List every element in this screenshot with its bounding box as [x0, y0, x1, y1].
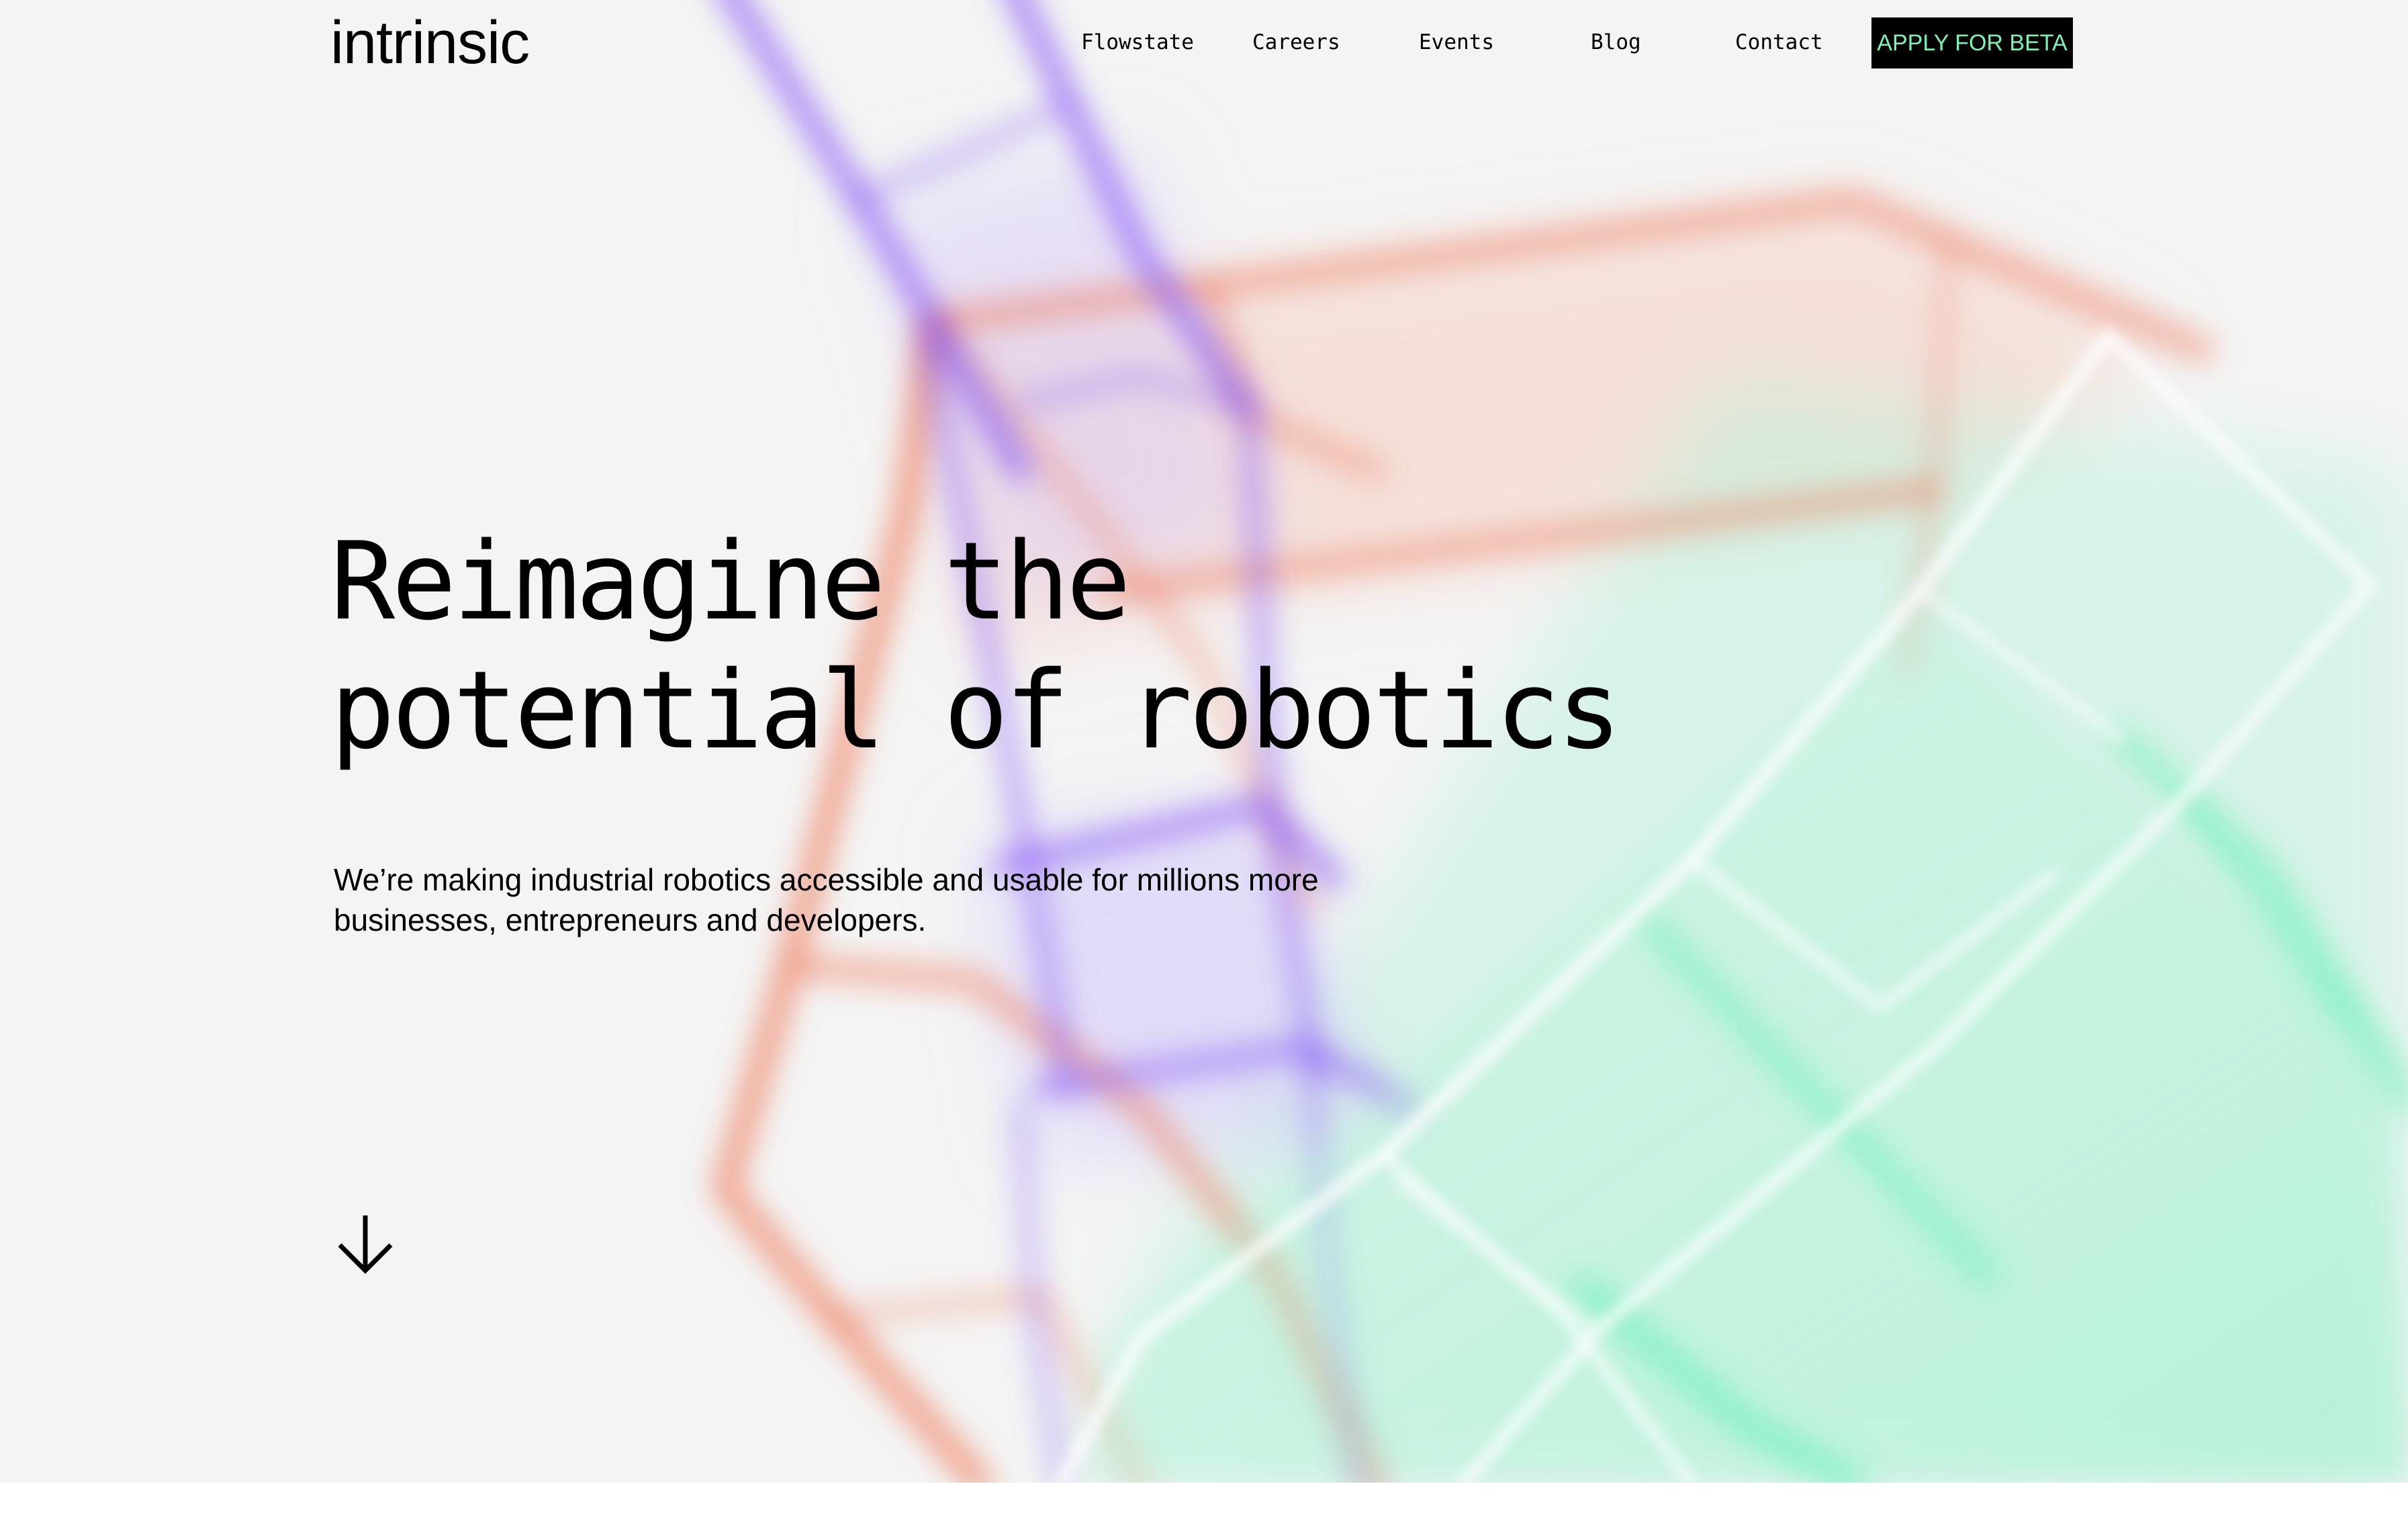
hero-subtext: We’re making industrial robotics accessi…	[334, 860, 1319, 940]
hero-headline-line-1: Reimagine the	[330, 518, 1131, 644]
nav-link-flowstate[interactable]: Flowstate	[1081, 29, 1194, 56]
hero-headline: Reimagine the potential of robotics	[330, 517, 1622, 775]
nav-link-contact[interactable]: Contact	[1735, 29, 1823, 56]
apply-for-beta-button[interactable]: APPLY FOR BETA	[1871, 17, 2073, 68]
nav-link-careers[interactable]: Careers	[1252, 29, 1340, 56]
nav-link-blog[interactable]: Blog	[1591, 29, 1641, 56]
hero-subtext-line-1: We’re making industrial robotics accessi…	[334, 862, 1319, 897]
nav-link-events[interactable]: Events	[1419, 29, 1494, 56]
hero-headline-line-2: potential of robotics	[330, 647, 1622, 773]
arrow-down-icon[interactable]	[334, 1213, 397, 1276]
hero-subtext-line-2: businesses, entrepreneurs and developers…	[334, 903, 927, 937]
site-logo[interactable]: intrinsic	[330, 9, 530, 77]
hero-section: intrinsic Flowstate Careers Events Blog …	[0, 0, 2408, 1483]
